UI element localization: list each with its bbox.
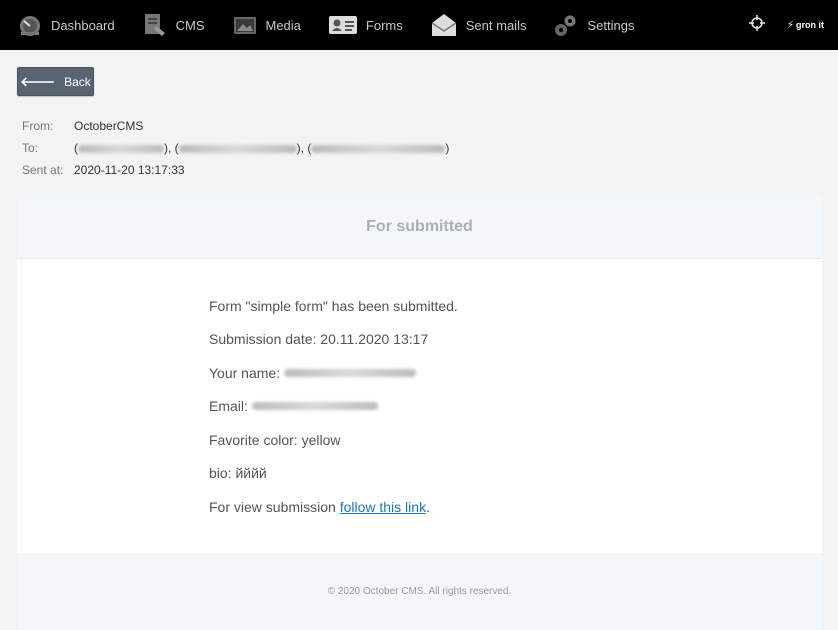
- from-value: OctoberCMS: [74, 119, 144, 133]
- id-card-icon: [328, 14, 358, 36]
- email-title: For submitted: [366, 217, 473, 235]
- meta-sent-row: Sent at: 2020-11-20 13:17:33: [22, 159, 449, 181]
- name-label: Your name:: [209, 364, 281, 381]
- email-footer: © 2020 October CMS. All rights reserved.: [17, 553, 822, 630]
- favorite-color-line: Favorite color: yellow: [209, 431, 341, 448]
- meta-from-row: From: OctoberCMS: [22, 115, 449, 137]
- to-label: To:: [22, 141, 39, 155]
- brand-name: gron it: [796, 20, 824, 30]
- sent-label: Sent at:: [22, 163, 64, 177]
- nav-label-media: Media: [265, 17, 301, 33]
- nav-item-media[interactable]: Media: [232, 0, 301, 50]
- name-line: Your name:: [209, 356, 458, 390]
- media-image-icon: [232, 14, 258, 36]
- top-nav-bar: Dashboard CMS Media Forms Sent mails Set…: [0, 0, 838, 50]
- mail-meta: From: OctoberCMS To: (), (), () Sent at:…: [22, 115, 449, 181]
- bolt-icon: ⚡: [786, 19, 794, 31]
- back-button-label: Back: [64, 74, 91, 89]
- nav-right-group: ⚡ gron it: [748, 0, 824, 50]
- brand-logo[interactable]: ⚡ gron it: [787, 20, 824, 31]
- redacted-recipient: [311, 144, 446, 153]
- follow-link[interactable]: follow this link: [340, 499, 426, 515]
- crosshair-icon[interactable]: [748, 14, 765, 36]
- email-label: Email:: [209, 398, 248, 415]
- redacted-name: [283, 368, 416, 377]
- nav-item-dashboard[interactable]: Dashboard: [17, 0, 115, 50]
- nav-item-forms[interactable]: Forms: [328, 0, 403, 50]
- sent-value: 2020-11-20 13:17:33: [74, 163, 185, 177]
- nav-item-sent-mails[interactable]: Sent mails: [430, 0, 527, 50]
- submitted-line: Form "simple form" has been submitted.: [209, 297, 458, 314]
- view-submission-line: For view submission follow this link.: [209, 490, 458, 524]
- cms-document-icon: [142, 12, 168, 38]
- view-suffix: .: [426, 498, 430, 515]
- nav-label-cms: CMS: [175, 17, 205, 33]
- arrow-left-icon: 🡐: [20, 73, 56, 89]
- from-label: From:: [22, 119, 54, 133]
- back-button[interactable]: 🡐 Back: [17, 67, 94, 96]
- footer-copyright: © 2020 October CMS. All rights reserved.: [327, 586, 512, 597]
- email-line: Email:: [209, 390, 458, 424]
- submission-date-line: Submission date: 20.11.2020 13:17: [209, 331, 429, 348]
- redacted-recipient: [78, 144, 164, 153]
- meta-to-row: To: (), (), (): [22, 137, 449, 159]
- gears-icon: [553, 12, 579, 38]
- speedometer-icon: [17, 14, 43, 36]
- nav-label-dashboard: Dashboard: [51, 17, 115, 33]
- email-body: Form "simple form" has been submitted. S…: [17, 259, 822, 553]
- nav-label-settings: Settings: [587, 17, 635, 33]
- nav-item-cms[interactable]: CMS: [142, 0, 205, 50]
- bio-line: bio: йййй: [209, 465, 267, 482]
- to-value: (), (), (): [74, 141, 450, 155]
- envelope-open-icon: [430, 12, 458, 38]
- redacted-recipient: [178, 144, 297, 153]
- nav-item-settings[interactable]: Settings: [553, 0, 634, 50]
- nav-label-sent-mails: Sent mails: [465, 17, 527, 33]
- email-header: For submitted: [17, 195, 822, 259]
- nav-label-forms: Forms: [365, 17, 403, 33]
- email-content: Form "simple form" has been submitted. S…: [209, 289, 458, 524]
- redacted-email: [251, 402, 378, 411]
- view-prefix: For view submission: [209, 498, 340, 515]
